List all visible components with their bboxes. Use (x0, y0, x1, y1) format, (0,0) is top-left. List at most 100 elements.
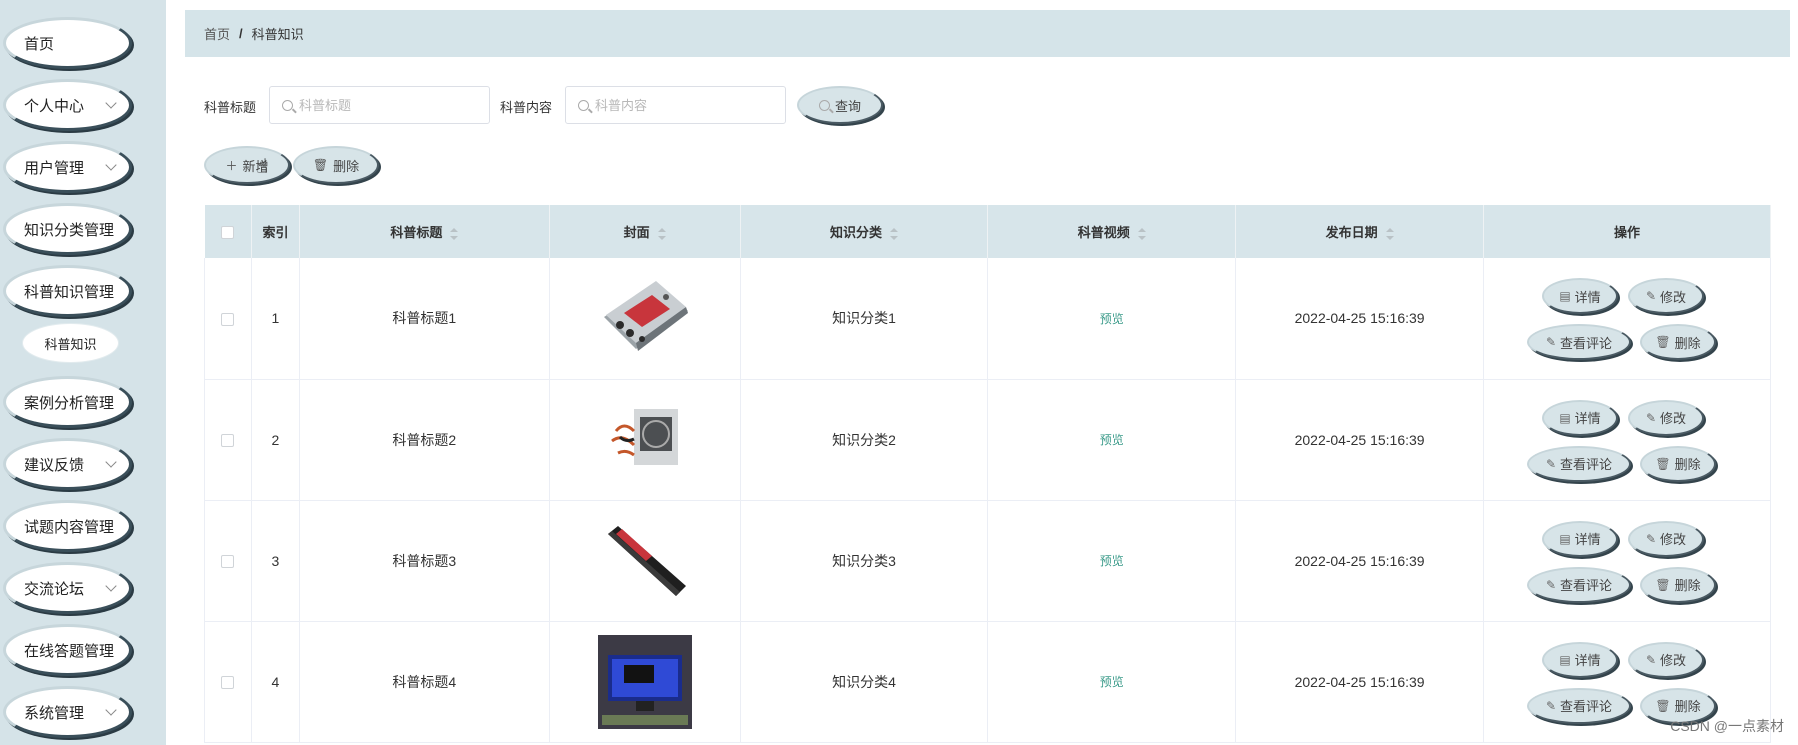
view-comments-button-label: 查看评论 (1560, 335, 1613, 351)
cover-image-hard-drive[interactable] (596, 269, 694, 367)
sidebar-item-case-analysis[interactable]: 案例分析管理 (3, 376, 132, 428)
header-cover[interactable]: 封面 (549, 205, 741, 258)
row-cover (549, 258, 741, 380)
header-video-label: 科普视频 (1077, 225, 1130, 240)
edit-button[interactable]: ✎ 修改 (1628, 399, 1704, 436)
row-select-cell (204, 379, 252, 501)
cover-image-power-supply[interactable] (596, 391, 694, 489)
header-category[interactable]: 知识分类 (740, 205, 989, 258)
sort-icon[interactable] (657, 227, 666, 240)
sidebar-item-knowledge-management[interactable]: 科普知识管理 (3, 265, 132, 317)
sidebar-item-label: 知识分类管理 (24, 221, 115, 239)
view-comments-button-label: 查看评论 (1560, 578, 1613, 593)
view-comments-button[interactable]: ✎ 查看评论 (1527, 687, 1631, 724)
table-row: 2 科普标题2 知识分类2 预览 2022-04-25 15:16:39 ▤ 详… (204, 379, 1771, 501)
title-search-label: 科普标题 (204, 100, 257, 115)
row-cover (549, 500, 741, 622)
select-all-checkbox[interactable] (221, 226, 235, 240)
video-preview-link[interactable]: 预览 (1100, 554, 1124, 568)
sort-icon[interactable] (450, 227, 459, 240)
content-search-label: 科普内容 (500, 100, 553, 115)
header-video[interactable]: 科普视频 (987, 205, 1237, 258)
header-category-label: 知识分类 (830, 225, 883, 240)
row-actions: ▤ 详情 ✎ 修改 ✎ 查看评论 🗑 删除 (1483, 500, 1771, 622)
edit-button[interactable]: ✎ 修改 (1628, 278, 1704, 315)
view-comments-button[interactable]: ✎ 查看评论 (1527, 445, 1631, 482)
table-row: 4 科普标题4 知识分类4 预览 2022-04-25 15:16:39 ▤ 详… (204, 621, 1771, 743)
view-comments-button[interactable]: ✎ 查看评论 (1527, 566, 1631, 603)
content-search-field[interactable] (565, 86, 786, 124)
row-category: 知识分类2 (740, 379, 989, 501)
video-preview-link[interactable]: 预览 (1100, 433, 1124, 447)
row-index: 2 (251, 379, 300, 501)
sidebar-item-system-management[interactable]: 系统管理 (3, 686, 132, 738)
sidebar-item-personal-center[interactable]: 个人中心 (3, 79, 132, 131)
row-checkbox[interactable] (221, 676, 235, 690)
detail-button[interactable]: ▤ 详情 (1542, 278, 1618, 315)
sidebar-item-forum[interactable]: 交流论坛 (3, 562, 132, 614)
row-date: 2022-04-25 15:16:39 (1235, 500, 1485, 622)
header-actions-label: 操作 (1614, 225, 1641, 240)
delete-button[interactable]: 🗑 删除 (1640, 566, 1716, 603)
power-supply-icon (610, 408, 678, 465)
breadcrumb-separator: / (239, 26, 243, 41)
breadcrumb-home[interactable]: 首页 (204, 24, 230, 43)
sidebar-item-question-management[interactable]: 试题内容管理 (3, 500, 132, 552)
delete-button[interactable]: 🗑 删除 (1640, 324, 1716, 361)
sidebar-item-user-management[interactable]: 用户管理 (3, 141, 132, 193)
sidebar-item-label: 首页 (24, 35, 55, 53)
cover-image-computer-monitor[interactable] (596, 633, 694, 731)
row-category: 知识分类4 (740, 621, 989, 743)
view-comments-button-label: 查看评论 (1560, 457, 1613, 472)
content-search-input[interactable] (595, 97, 775, 113)
edit-button[interactable]: ✎ 修改 (1628, 520, 1704, 557)
row-select-cell (204, 500, 252, 622)
edit-button[interactable]: ✎ 修改 (1628, 641, 1704, 678)
sidebar-subitem-label: 科普知识 (44, 336, 97, 352)
row-video: 预览 (987, 379, 1237, 501)
detail-button[interactable]: ▤ 详情 (1542, 399, 1618, 436)
row-checkbox[interactable] (221, 434, 235, 448)
sort-icon[interactable] (890, 227, 899, 240)
row-index: 3 (251, 500, 300, 622)
row-checkbox[interactable] (221, 313, 235, 327)
delete-button[interactable]: 🗑 删除 (1640, 445, 1716, 482)
cover-image-memory-stick[interactable] (596, 512, 694, 610)
delete-button-label: 删除 (1674, 578, 1701, 593)
sort-icon[interactable] (1385, 227, 1394, 240)
video-preview-link[interactable]: 预览 (1100, 312, 1124, 326)
header-actions: 操作 (1483, 205, 1771, 258)
sidebar-item-category-management[interactable]: 知识分类管理 (3, 203, 132, 255)
view-comments-button-label: 查看评论 (1560, 699, 1613, 714)
row-cover (549, 379, 741, 501)
sidebar-item-label: 系统管理 (24, 704, 85, 722)
sort-icon[interactable] (1137, 227, 1146, 240)
row-title: 科普标题1 (299, 258, 550, 380)
query-button[interactable]: 查询 (797, 86, 883, 124)
row-actions: ▤ 详情 ✎ 修改 ✎ 查看评论 🗑 删除 (1483, 379, 1771, 501)
detail-button[interactable]: ▤ 详情 (1542, 520, 1618, 557)
sidebar-subitem-knowledge[interactable]: 科普知识 (23, 324, 118, 362)
edit-button-label: 修改 (1660, 532, 1687, 547)
header-title[interactable]: 科普标题 (299, 205, 550, 258)
add-button[interactable]: ＋ 新增 (204, 146, 290, 184)
sidebar-item-home[interactable]: 首页 (3, 17, 132, 69)
sidebar-item-online-quiz[interactable]: 在线答题管理 (3, 624, 132, 676)
row-checkbox[interactable] (221, 555, 235, 569)
batch-delete-button[interactable]: 🗑 删除 (293, 146, 379, 184)
header-date[interactable]: 发布日期 (1235, 205, 1485, 258)
row-video: 预览 (987, 500, 1237, 622)
detail-button[interactable]: ▤ 详情 (1542, 641, 1618, 678)
video-preview-link[interactable]: 预览 (1100, 675, 1124, 689)
edit-button-label: 修改 (1660, 289, 1687, 305)
title-search-input[interactable] (299, 97, 479, 113)
hand-cursor-icon: ☝ (256, 156, 269, 178)
title-search-field[interactable] (269, 86, 490, 124)
sidebar: 首页 个人中心 用户管理 知识分类管理 科普知识管理 科普知识 案例分析管理 建… (0, 0, 166, 745)
sidebar-item-feedback[interactable]: 建议反馈 (3, 438, 132, 490)
row-date: 2022-04-25 15:16:39 (1235, 379, 1485, 501)
pencil-icon: ✎ (1545, 456, 1557, 471)
detail-button-label: 详情 (1574, 289, 1601, 305)
view-comments-button[interactable]: ✎ 查看评论 (1527, 324, 1631, 361)
select-all-cell (204, 205, 252, 258)
